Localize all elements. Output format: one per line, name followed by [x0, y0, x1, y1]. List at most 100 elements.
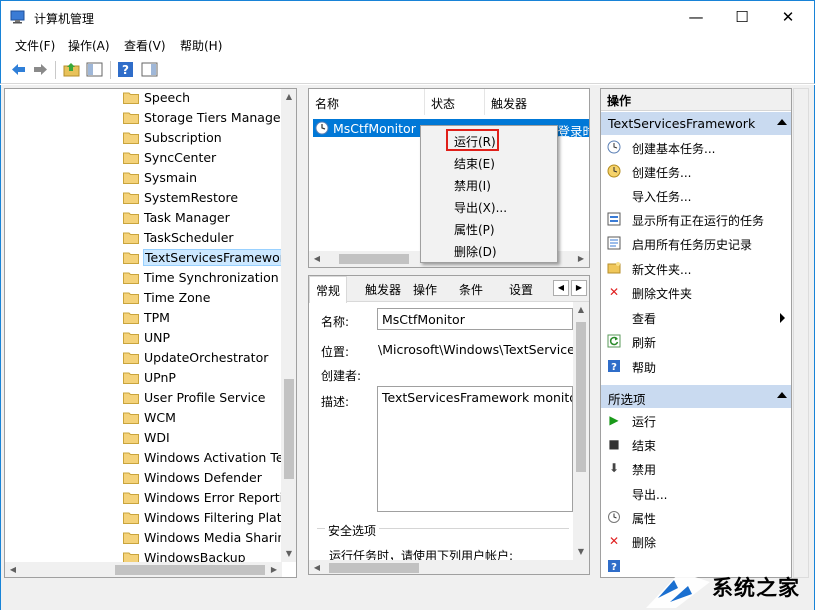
- action-create-task[interactable]: 创建任务...: [601, 160, 791, 183]
- column-header-trigger[interactable]: 触发器: [485, 89, 589, 115]
- tab-conditions[interactable]: 条件: [459, 281, 483, 298]
- action-view[interactable]: 查看: [601, 306, 791, 329]
- ctx-export[interactable]: 导出(X)...: [454, 199, 507, 216]
- tree-vertical-scrollbar[interactable]: ▲ ▼: [281, 89, 296, 562]
- tree-item[interactable]: SyncCenter: [5, 148, 282, 168]
- close-button[interactable]: ✕: [765, 1, 811, 34]
- folder-icon: [123, 452, 139, 464]
- name-field[interactable]: MsCtfMonitor: [377, 308, 573, 330]
- tab-scroll-right-icon[interactable]: ▶: [571, 280, 587, 296]
- scroll-right-arrow-icon[interactable]: ▶: [266, 562, 282, 577]
- tree-horizontal-scrollbar[interactable]: ◀ ▶: [5, 562, 282, 577]
- tree-item[interactable]: SystemRestore: [5, 188, 282, 208]
- scroll-left-arrow-icon[interactable]: ◀: [309, 251, 325, 267]
- action-delete[interactable]: ✕ 删除: [601, 530, 791, 553]
- details-vertical-scrollbar[interactable]: ▲ ▼: [573, 302, 589, 560]
- column-header-name[interactable]: 名称: [309, 89, 425, 115]
- scroll-left-arrow-icon[interactable]: ◀: [309, 560, 325, 574]
- tree-item[interactable]: Sysmain: [5, 168, 282, 188]
- folder-icon: [123, 152, 139, 164]
- menu-file[interactable]: 文件(F): [15, 37, 55, 54]
- action-new-folder[interactable]: 新文件夹...: [601, 257, 791, 280]
- tree-item[interactable]: Task Manager: [5, 208, 282, 228]
- tab-triggers[interactable]: 触发器: [365, 281, 401, 298]
- actions-group-selected[interactable]: 所选项: [601, 385, 791, 408]
- action-run[interactable]: ▶ 运行: [601, 409, 791, 432]
- scroll-down-arrow-icon[interactable]: ▼: [281, 546, 296, 562]
- action-export[interactable]: 导出...: [601, 482, 791, 505]
- action-delete-folder[interactable]: ✕ 删除文件夹: [601, 281, 791, 304]
- tree-item[interactable]: Windows Error Reportin: [5, 488, 291, 508]
- tree-item[interactable]: Time Synchronization: [5, 268, 282, 288]
- details-scroll-thumb[interactable]: [576, 322, 586, 472]
- menu-action[interactable]: 操作(A): [68, 37, 110, 54]
- tree-item[interactable]: TPM: [5, 308, 282, 328]
- tree-item[interactable]: Windows Defender: [5, 468, 282, 488]
- details-horizontal-scrollbar[interactable]: ◀: [309, 560, 589, 574]
- action-disable[interactable]: ⬇ 禁用: [601, 457, 791, 480]
- tree-item-label: Storage Tiers Managen: [144, 110, 289, 125]
- tree-item-label: Windows Error Reportin: [144, 490, 292, 505]
- action-properties[interactable]: 属性: [601, 506, 791, 529]
- scroll-right-arrow-icon[interactable]: ▶: [573, 251, 589, 267]
- tree-item[interactable]: TextServicesFramework: [5, 248, 295, 268]
- scroll-up-arrow-icon[interactable]: ▲: [573, 302, 589, 318]
- ctx-delete[interactable]: 删除(D): [454, 243, 497, 260]
- tree-item[interactable]: Storage Tiers Managen: [5, 108, 289, 128]
- tree-item[interactable]: Speech: [5, 89, 282, 108]
- action-refresh[interactable]: 刷新: [601, 330, 791, 353]
- actions-group-folder-label: TextServicesFramework: [608, 116, 756, 131]
- details-hscroll-thumb[interactable]: [329, 563, 419, 573]
- tree-item[interactable]: Windows Filtering Platfo: [5, 508, 294, 528]
- tree-hscroll-thumb[interactable]: [115, 565, 265, 575]
- tree-item[interactable]: WCM: [5, 408, 282, 428]
- tree-item[interactable]: Windows Media Sharin: [5, 528, 285, 548]
- create-task-icon: [607, 164, 621, 178]
- ctx-run[interactable]: 运行(R): [454, 133, 496, 150]
- action-import-task[interactable]: 导入任务...: [601, 184, 791, 207]
- tree-item[interactable]: User Profile Service: [5, 388, 282, 408]
- description-field[interactable]: TextServicesFramework monitor: [377, 386, 573, 512]
- scroll-down-arrow-icon[interactable]: ▼: [573, 544, 589, 560]
- actions-group-folder[interactable]: TextServicesFramework: [601, 112, 791, 135]
- action-end[interactable]: ■ 结束: [601, 433, 791, 456]
- show-hide-action-pane-icon[interactable]: [141, 61, 158, 78]
- action-create-basic-task[interactable]: 创建基本任务...: [601, 136, 791, 159]
- ctx-properties[interactable]: 属性(P): [454, 221, 495, 238]
- folder-up-icon[interactable]: [63, 61, 80, 78]
- tree-item[interactable]: Subscription: [5, 128, 282, 148]
- back-arrow-icon[interactable]: [10, 61, 27, 78]
- help-icon[interactable]: ?: [117, 61, 134, 78]
- action-enable-history[interactable]: 启用所有任务历史记录: [601, 232, 791, 255]
- ctx-disable[interactable]: 禁用(I): [454, 177, 491, 194]
- tab-scroll-left-icon[interactable]: ◀: [553, 280, 569, 296]
- tree-item[interactable]: UPnP: [5, 368, 282, 388]
- tree-item[interactable]: UpdateOrchestrator: [5, 348, 282, 368]
- scroll-up-arrow-icon[interactable]: ▲: [281, 89, 296, 105]
- list-hscroll-thumb[interactable]: [339, 254, 409, 264]
- actions-vertical-scrollbar[interactable]: [793, 88, 809, 578]
- tree-item[interactable]: TaskScheduler: [5, 228, 282, 248]
- ctx-end[interactable]: 结束(E): [454, 155, 495, 172]
- menu-help[interactable]: 帮助(H): [180, 37, 222, 54]
- forward-arrow-icon[interactable]: [32, 61, 49, 78]
- tab-actions[interactable]: 操作: [413, 281, 437, 298]
- show-hide-tree-icon[interactable]: [86, 61, 103, 78]
- menu-view[interactable]: 查看(V): [124, 37, 166, 54]
- action-show-running-tasks[interactable]: 显示所有正在运行的任务: [601, 208, 791, 231]
- tree-item[interactable]: Time Zone: [5, 288, 282, 308]
- tab-settings[interactable]: 设置: [509, 281, 533, 298]
- scroll-left-arrow-icon[interactable]: ◀: [5, 562, 21, 577]
- tree-item[interactable]: Windows Activation Tec: [5, 448, 290, 468]
- tree-item-label: Windows Defender: [144, 470, 262, 485]
- tree-scroll-thumb[interactable]: [284, 379, 294, 479]
- tree-item-label: Windows Filtering Platfo: [144, 510, 294, 525]
- tree-item[interactable]: UNP: [5, 328, 282, 348]
- tree-item[interactable]: WDI: [5, 428, 282, 448]
- maximize-button[interactable]: ☐: [719, 1, 765, 34]
- tab-general[interactable]: 常规: [309, 276, 348, 303]
- folder-icon: [123, 492, 139, 504]
- column-header-status[interactable]: 状态: [425, 89, 485, 115]
- minimize-button[interactable]: —: [673, 1, 719, 34]
- action-help[interactable]: ? 帮助: [601, 355, 791, 378]
